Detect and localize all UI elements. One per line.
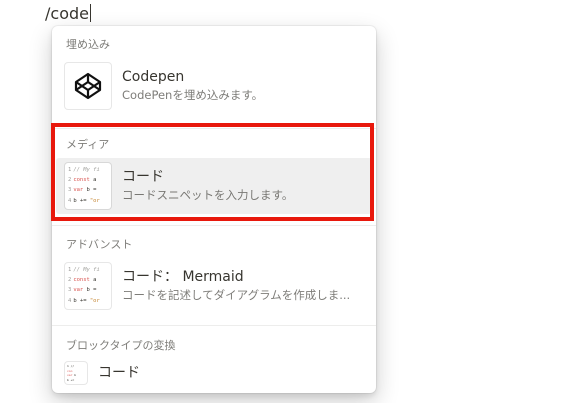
section-divider — [52, 128, 376, 129]
code-block-icon: 1 // con var b b += — [65, 362, 87, 384]
menu-item-description: CodePenを埋め込みます。 — [122, 88, 264, 102]
section-header-advanced: アドバンスト — [66, 238, 133, 251]
code-snippet-icon: 1// My fi 2 const a 3 var b = 4b += "or — [65, 163, 111, 209]
text-cursor — [89, 4, 91, 22]
menu-item-code-mermaid[interactable]: 1// My fi 2 const a 3 var b = 4b += "or コー… — [56, 258, 372, 314]
menu-item-title: コード — [122, 169, 164, 185]
section-header-turn-into: ブロックタイプの変換 — [66, 339, 176, 352]
menu-item-description: コードを記述してダイアグラムを作成しま... — [122, 288, 351, 302]
editor-typed-command[interactable]: /code — [45, 4, 91, 24]
code-thumbnail-preview: 1// My fi 2 const a 3 var b = 4b += "or — [68, 267, 100, 304]
code-snippet-icon: 1// My fi 2 const a 3 var b = 4b += "or — [65, 263, 111, 309]
typed-text: /code — [45, 4, 89, 23]
code-thumbnail-preview: 1// My fi 2 const a 3 var b = 4b += "or — [68, 167, 100, 204]
section-header-media: メディア — [66, 138, 110, 151]
menu-item-title: コード — [98, 365, 140, 381]
menu-item-code[interactable]: 1// My fi 2 const a 3 var b = 4b += "or コー… — [56, 158, 372, 214]
menu-item-title: コード： Mermaid — [122, 269, 244, 285]
section-header-embed: 埋め込み — [66, 38, 110, 51]
slash-command-menu: 埋め込み Codepen CodePenを埋め込みます。 メディア 1// My… — [52, 26, 376, 393]
menu-item-turn-into-code[interactable]: 1 // con var b b += コード — [56, 358, 372, 388]
codepen-icon — [65, 63, 111, 109]
menu-item-title: Codepen — [122, 69, 185, 85]
menu-item-codepen[interactable]: Codepen CodePenを埋め込みます。 — [56, 58, 372, 114]
section-divider — [52, 225, 376, 226]
menu-item-description: コードスニペットを入力します。 — [122, 188, 294, 202]
section-divider — [52, 325, 376, 326]
